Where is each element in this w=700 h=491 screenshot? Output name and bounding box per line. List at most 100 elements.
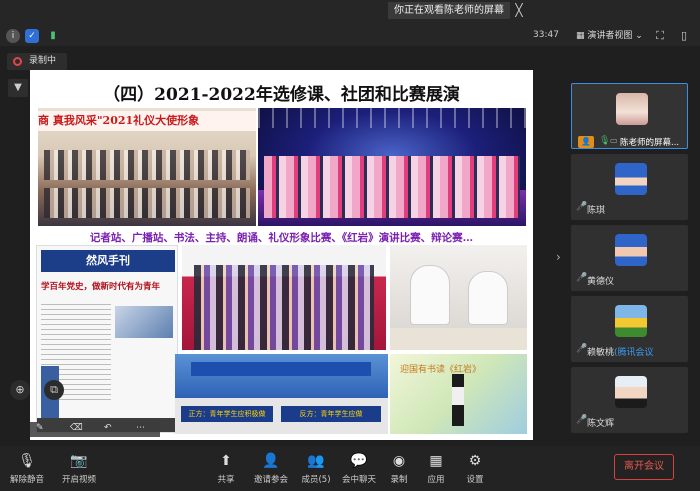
shield-icon[interactable]: ✓ <box>25 29 39 43</box>
invite-button[interactable]: 👤 邀请参会 <box>250 452 292 488</box>
mic-muted-icon: 🎤 <box>576 344 588 354</box>
leave-meeting-button[interactable]: 离开会议 <box>614 454 674 480</box>
meeting-timer: 33:47 <box>533 30 559 40</box>
avatar <box>615 305 647 337</box>
unmute-label: 解除静音 <box>9 475 44 485</box>
participant-name: 陈文辉 <box>587 419 615 429</box>
group-row-back <box>44 150 250 180</box>
apps-icon: ▦ <box>429 453 443 469</box>
settings-label: 设置 <box>466 475 484 485</box>
mic-muted-icon: 🎤 <box>576 273 588 283</box>
participant-source: (腾讯会议 <box>614 348 654 358</box>
student-figure <box>468 271 508 325</box>
apps-button[interactable]: ▦ 应用 <box>415 452 457 488</box>
mic-muted-icon: 🎤 <box>576 202 588 212</box>
settings-button[interactable]: ⚙ 设置 <box>454 452 496 488</box>
avatar <box>616 93 648 125</box>
share-button[interactable]: ⬆ 共享 <box>205 452 247 488</box>
speech-backdrop-title: 迎国有书读《红岩》 <box>400 365 482 375</box>
participant-tile[interactable]: 👤 🎙 ▭ 陈老师的屏幕... <box>571 83 688 149</box>
speaker-view-button[interactable]: ▦ 演讲者视图 ⌄ <box>576 28 643 44</box>
close-icon[interactable]: ╳ <box>512 1 526 19</box>
avatar <box>615 234 647 266</box>
participant-gallery: 👤 🎙 ▭ 陈老师的屏幕... 🎤 陈琪 🎤 黄德仪 🎤 赖敏桃(腾讯会议 🎤 … <box>568 78 688 438</box>
debate-banner <box>191 362 371 376</box>
camera-off-icon: 📷 <box>70 453 88 469</box>
participant-name: 陈琪 <box>587 206 606 216</box>
more-icon[interactable]: ⋯ <box>136 423 145 433</box>
fullscreen-icon[interactable]: ⛶ <box>652 28 668 44</box>
chat-button[interactable]: 💬 会中聊天 <box>338 452 380 488</box>
grid-icon: ▦ <box>576 31 588 41</box>
participant-name: 赖敏桃(腾讯会议 <box>587 345 654 358</box>
record-dot-icon <box>13 57 22 66</box>
newspaper-photo <box>115 306 173 338</box>
mic-on-icon: 🎙 <box>599 136 611 146</box>
avatar <box>615 163 647 195</box>
fit-window-icon[interactable]: ⧉ <box>44 380 64 400</box>
mic-muted-icon: 🎤 <box>576 415 588 425</box>
members-button[interactable]: 👥 成员(5) <box>295 452 337 488</box>
invite-label: 邀请参会 <box>253 475 288 485</box>
apps-label: 应用 <box>427 475 445 485</box>
unmute-button[interactable]: 🎙 解除静音 <box>6 452 48 488</box>
bottom-toolbar: 🎙 解除静音 📷 开启视频 ⬆ 共享 👤 邀请参会 👥 成员(5) 💬 会中聊天… <box>0 446 700 491</box>
participant-name: 陈老师的屏幕... <box>620 138 680 148</box>
signal-icon[interactable]: ▮ <box>46 29 60 43</box>
zoom-icon[interactable]: ⊕ <box>10 380 30 400</box>
debate-sign-con: 反方：青年学生应做 <box>281 406 381 422</box>
chat-label: 会中聊天 <box>341 475 376 485</box>
avatar <box>615 376 647 408</box>
start-video-label: 开启视频 <box>61 475 96 485</box>
eraser-icon[interactable]: ⌫ <box>70 423 83 433</box>
recording-indicator[interactable]: 录制中 <box>7 53 67 70</box>
share-screen-icon: ⬆ <box>220 453 232 469</box>
etiquette-contest-photo <box>182 245 386 350</box>
mic-muted-icon: 🎙 <box>18 453 36 469</box>
participant-tile[interactable]: 🎤 陈琪 <box>571 154 688 220</box>
participant-name: 黄德仪 <box>587 277 615 287</box>
info-icon[interactable]: i <box>6 29 20 43</box>
record-button[interactable]: ◉ 录制 <box>378 452 420 488</box>
members-icon: 👥 <box>307 453 325 469</box>
record-icon: ◉ <box>392 453 406 469</box>
desk <box>390 328 527 350</box>
participant-name-text: 赖敏桃 <box>587 348 615 358</box>
stage-lights <box>258 108 526 128</box>
undo-icon[interactable]: ↶ <box>104 423 112 433</box>
start-video-button[interactable]: 📷 开启视频 <box>58 452 100 488</box>
top-bar: 你正在观看陈老师的屏幕 ╳ i ✓ ▮ 33:47 ▦ 演讲者视图 ⌄ ⛶ ▯ <box>0 0 700 46</box>
shared-slide: （四）2021-2022年选修课、社团和比赛展演 商 真我风采"2021礼仪大使… <box>30 70 533 440</box>
etiquette-photo: 商 真我风采"2021礼仪大使形象 <box>38 108 256 226</box>
pen-icon[interactable]: ✎ <box>36 423 44 433</box>
chat-icon: 💬 <box>350 453 368 469</box>
newspaper-masthead: 然风手刊 <box>41 250 175 272</box>
collapse-gallery-icon[interactable]: › <box>556 250 561 264</box>
contestants <box>194 265 374 350</box>
slide-title: （四）2021-2022年选修课、社团和比赛展演 <box>103 85 460 105</box>
screen-share-banner: 你正在观看陈老师的屏幕 <box>388 2 510 19</box>
participant-tile[interactable]: 🎤 黄德仪 <box>571 225 688 291</box>
photo-caption: 商 真我风采"2021礼仪大使形象 <box>38 111 256 131</box>
host-badge-icon: 👤 <box>578 136 594 148</box>
newspaper-headline: 学百年党史，做新时代有为青年 <box>41 282 161 292</box>
pin-icon[interactable]: ▼ <box>8 79 28 97</box>
recording-label: 录制中 <box>29 56 57 66</box>
debate-sign-pro: 正方：青年学生应积极做 <box>181 406 273 422</box>
screen-share-icon: ▭ <box>610 136 618 145</box>
group-row-front <box>44 188 250 218</box>
gear-icon: ⚙ <box>468 453 482 469</box>
speaker-figure <box>452 374 464 426</box>
participant-tile[interactable]: 🎤 赖敏桃(腾讯会议 <box>571 296 688 362</box>
student-figure <box>410 265 450 325</box>
calligraphy-class-photo <box>390 245 527 350</box>
school-newspaper: 然风手刊 学百年党史，做新时代有为青年 <box>36 245 178 433</box>
add-user-icon: 👤 <box>262 453 280 469</box>
window-layout-icon[interactable]: ▯ <box>676 28 692 44</box>
record-label: 录制 <box>390 475 408 485</box>
status-row: i ✓ ▮ 33:47 ▦ 演讲者视图 ⌄ ⛶ ▯ <box>0 26 700 46</box>
members-label: 成员(5) <box>301 475 331 485</box>
stage-performance-photo <box>258 108 526 226</box>
participant-tile[interactable]: 🎤 陈文辉 <box>571 367 688 433</box>
annotation-toolbar: ✎ ⌫ ↶ ⋯ <box>30 422 160 437</box>
